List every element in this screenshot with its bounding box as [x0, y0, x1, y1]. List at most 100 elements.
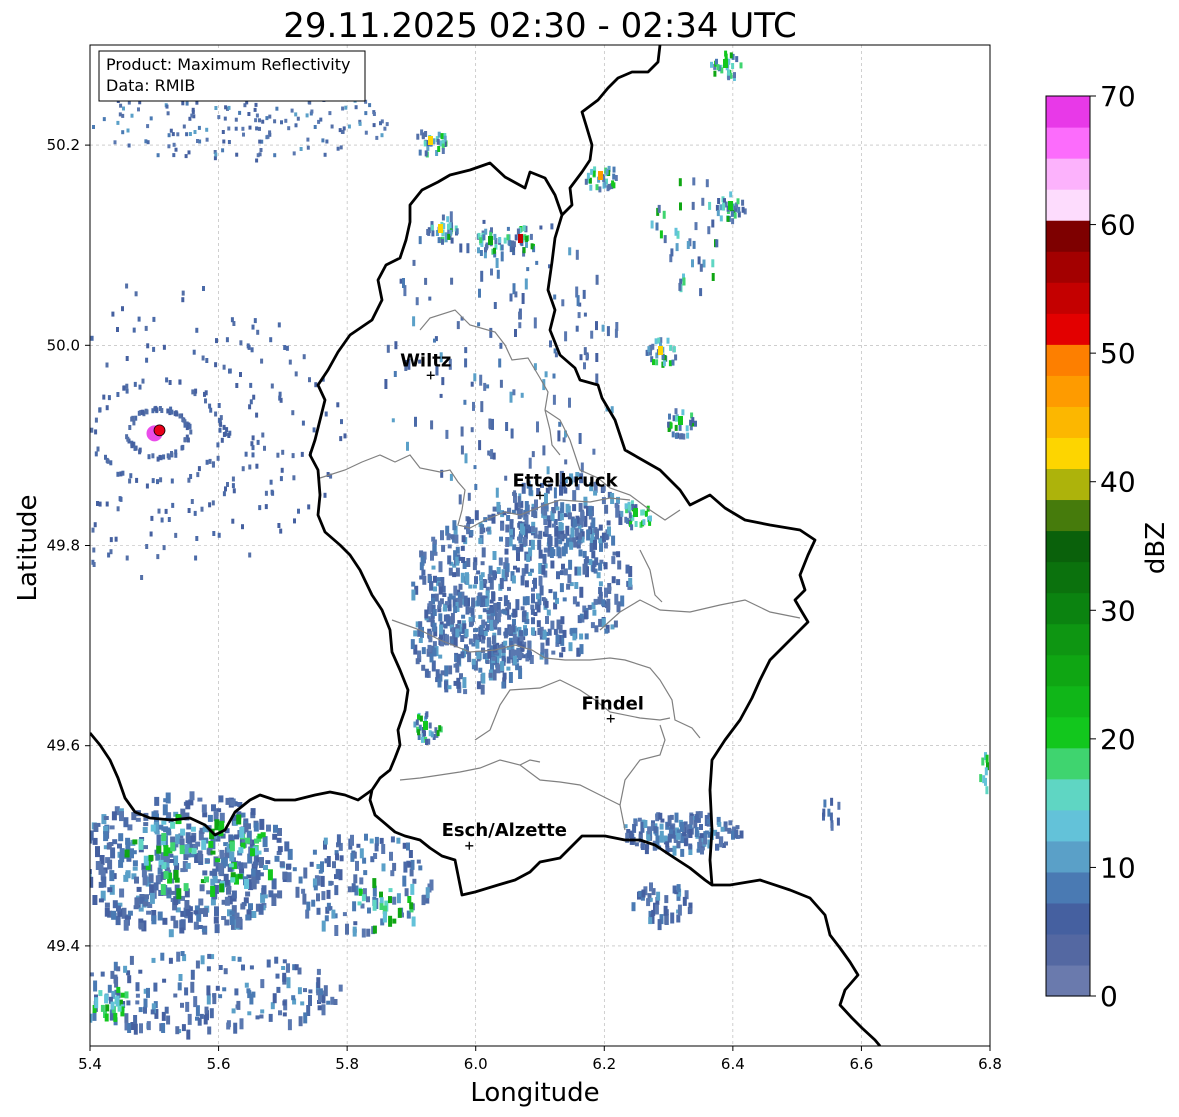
radar-echo — [247, 112, 251, 116]
radar-echo — [282, 871, 288, 880]
radar-echo — [715, 843, 719, 851]
radar-echo — [140, 409, 144, 415]
radar-echo — [244, 451, 248, 457]
colorbar-swatch — [1046, 561, 1090, 594]
radar-echo — [233, 1022, 238, 1034]
radar-echo — [373, 853, 378, 859]
radar-echo — [83, 857, 88, 866]
radar-echo — [717, 198, 721, 204]
radar-echo — [124, 849, 130, 858]
radar-echo — [616, 551, 621, 558]
radar-echo — [503, 237, 507, 244]
radar-echo — [478, 614, 483, 619]
radar-echo — [329, 881, 334, 886]
radar-echo — [599, 541, 603, 552]
radar-echo — [253, 822, 259, 832]
radar-echo — [192, 349, 196, 355]
radar-echo — [328, 906, 333, 911]
radar-echo — [556, 546, 561, 557]
radar-echo — [77, 867, 82, 873]
radar-echo — [482, 608, 487, 613]
radar-echo — [694, 222, 698, 231]
radar-echo — [425, 711, 429, 718]
radar-echo — [208, 840, 214, 848]
radar-echo — [353, 874, 358, 884]
radar-echo — [171, 132, 175, 137]
radar-echo — [416, 859, 421, 864]
radar-echo — [290, 108, 294, 113]
radar-echo-core — [423, 721, 428, 730]
radar-echo — [555, 634, 560, 644]
radar-echo — [625, 564, 630, 574]
radar-echo — [528, 457, 532, 469]
y-tick-label: 50.0 — [47, 336, 80, 354]
radar-echo — [615, 507, 620, 518]
radar-echo — [668, 413, 671, 420]
radar-echo — [223, 116, 227, 121]
radar-echo — [113, 974, 118, 984]
radar-echo — [468, 584, 473, 589]
radar-echo — [292, 867, 297, 872]
radar-echo — [181, 101, 185, 106]
radar-echo — [500, 244, 504, 251]
radar-echo — [500, 251, 504, 262]
radar-echo — [227, 433, 231, 438]
radar-echo — [674, 408, 678, 415]
radar-echo — [579, 354, 583, 361]
radar-echo — [699, 263, 703, 272]
radar-echo — [92, 547, 96, 553]
radar-echo — [190, 981, 195, 993]
radar-echo — [478, 440, 482, 451]
radar-echo — [282, 1000, 287, 1006]
radar-echo — [655, 222, 659, 231]
radar-echo — [383, 126, 387, 131]
radar-echo — [313, 885, 318, 891]
radar-echo — [604, 504, 609, 514]
radar-echo — [236, 814, 242, 825]
radar-echo — [592, 448, 596, 455]
radar-echo — [558, 521, 563, 531]
radar-echo — [613, 620, 618, 628]
radar-echo — [180, 1002, 184, 1008]
radar-echo — [133, 1023, 138, 1035]
radar-echo — [224, 486, 227, 492]
radar-echo — [178, 413, 182, 419]
radar-echo — [219, 883, 225, 893]
radar-echo — [415, 297, 419, 306]
radar-echo-core — [658, 346, 663, 355]
radar-echo — [191, 389, 195, 395]
radar-echo — [671, 359, 675, 366]
radar-echo — [572, 490, 577, 502]
radar-echo — [196, 139, 199, 143]
radar-echo — [492, 551, 497, 560]
radar-echo — [474, 510, 479, 521]
radar-echo — [447, 544, 452, 549]
radar-echo — [162, 917, 168, 925]
radar-echo — [141, 378, 145, 384]
radar-echo-core — [678, 416, 683, 425]
colorbar-swatch — [1046, 406, 1090, 438]
radar-echo — [722, 202, 726, 211]
radar-echo — [545, 616, 549, 624]
radar-echo — [675, 243, 679, 252]
radar-echo — [68, 1002, 72, 1008]
colorbar: 010203040506070 — [1045, 80, 1136, 1013]
radar-echo — [482, 653, 487, 660]
radar-echo — [466, 243, 470, 254]
radar-echo — [423, 730, 426, 737]
radar-echo — [519, 630, 523, 637]
radar-echo — [302, 893, 307, 905]
radar-echo — [146, 987, 150, 998]
radar-echo — [207, 814, 213, 822]
x-tick-label: 5.6 — [207, 1055, 231, 1073]
radar-echo — [713, 70, 717, 77]
radar-echo — [241, 126, 245, 131]
radar-echo — [241, 466, 245, 472]
radar-echo — [396, 893, 401, 904]
radar-echo — [519, 523, 524, 534]
radar-echo — [509, 528, 514, 535]
radar-echo — [592, 609, 597, 616]
radar-echo — [422, 575, 427, 585]
radar-echo — [180, 828, 186, 836]
radar-echo — [272, 833, 278, 840]
